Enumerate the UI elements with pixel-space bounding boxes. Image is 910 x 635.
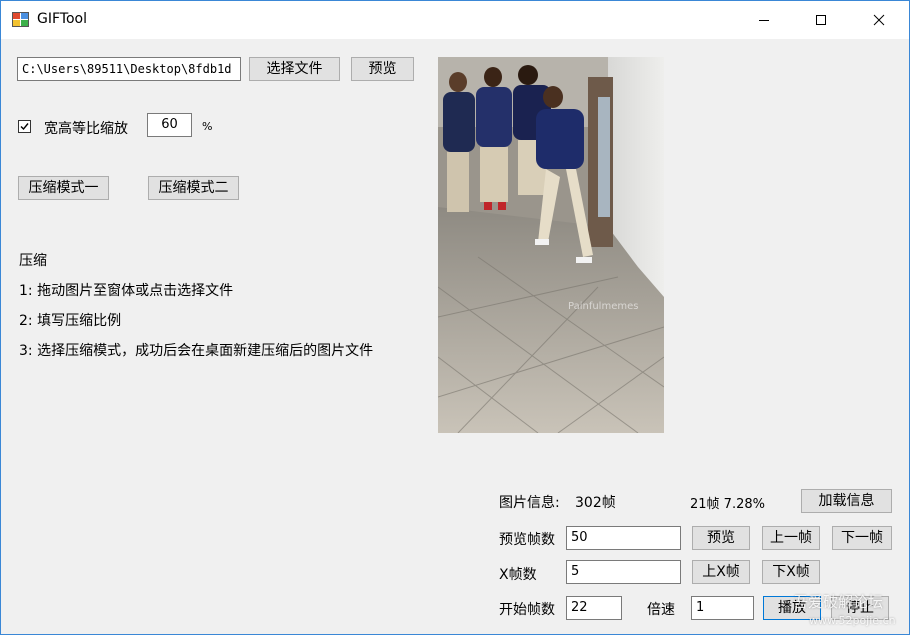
- minimize-icon: [759, 20, 769, 21]
- site-watermark-url: www.52pojie.cn: [809, 614, 896, 627]
- scale-percent-input[interactable]: 60: [147, 113, 192, 137]
- instruction-step-1: 1: 拖动图片至窗体或点击选择文件: [19, 283, 234, 299]
- close-icon: [873, 14, 885, 26]
- preview-frames-button[interactable]: 预览: [692, 526, 750, 550]
- scale-checkbox[interactable]: [18, 120, 31, 133]
- start-frame-label: 开始帧数: [499, 602, 555, 618]
- preview-file-button[interactable]: 预览: [351, 57, 414, 81]
- gif-preview-image: Painfulmemes: [438, 57, 664, 433]
- x-frames-label: X帧数: [499, 567, 537, 583]
- speed-input[interactable]: 1: [691, 596, 754, 620]
- instruction-step-2: 2: 填写压缩比例: [19, 313, 122, 329]
- checkmark-icon: [20, 123, 29, 131]
- x-frames-input[interactable]: 5: [566, 560, 681, 584]
- file-path-input[interactable]: C:\Users\89511\Desktop\8fdb1d: [17, 57, 241, 81]
- next-frame-button[interactable]: 下一帧: [832, 526, 892, 550]
- preview-frames-input[interactable]: 50: [566, 526, 681, 550]
- minimize-button[interactable]: [741, 1, 787, 39]
- app-window: GIFTool C:\Users\89511\Desktop\8fdb1d 选择…: [0, 0, 910, 635]
- start-frame-input[interactable]: 22: [566, 596, 622, 620]
- title-bar[interactable]: GIFTool: [1, 1, 909, 39]
- percent-unit: %: [202, 120, 213, 133]
- speed-label: 倍速: [647, 602, 675, 618]
- app-icon: [12, 12, 30, 28]
- compress-mode-2-button[interactable]: 压缩模式二: [148, 176, 239, 200]
- image-info-label: 图片信息:: [499, 495, 560, 511]
- next-x-frames-button[interactable]: 下X帧: [762, 560, 820, 584]
- preview-frames-label: 预览帧数: [499, 532, 555, 548]
- preview-watermark: Painfulmemes: [568, 301, 639, 312]
- choose-file-button[interactable]: 选择文件: [249, 57, 340, 81]
- maximize-icon: [816, 15, 826, 25]
- window-title: GIFTool: [37, 11, 87, 27]
- total-frames-value: 302帧: [575, 495, 616, 511]
- prev-x-frames-button[interactable]: 上X帧: [692, 560, 750, 584]
- site-watermark-text: 吾爱破解论坛: [793, 593, 884, 611]
- prev-frame-button[interactable]: 上一帧: [762, 526, 820, 550]
- compress-mode-1-button[interactable]: 压缩模式一: [18, 176, 109, 200]
- load-info-button[interactable]: 加载信息: [801, 489, 892, 513]
- maximize-button[interactable]: [798, 1, 844, 39]
- current-frame-info: 21帧 7.28%: [690, 497, 765, 512]
- scale-checkbox-label[interactable]: 宽高等比缩放: [44, 118, 128, 138]
- close-button[interactable]: [856, 1, 902, 39]
- instructions-heading: 压缩: [19, 253, 47, 269]
- instruction-step-3: 3: 选择压缩模式，成功后会在桌面新建压缩后的图片文件: [19, 343, 374, 359]
